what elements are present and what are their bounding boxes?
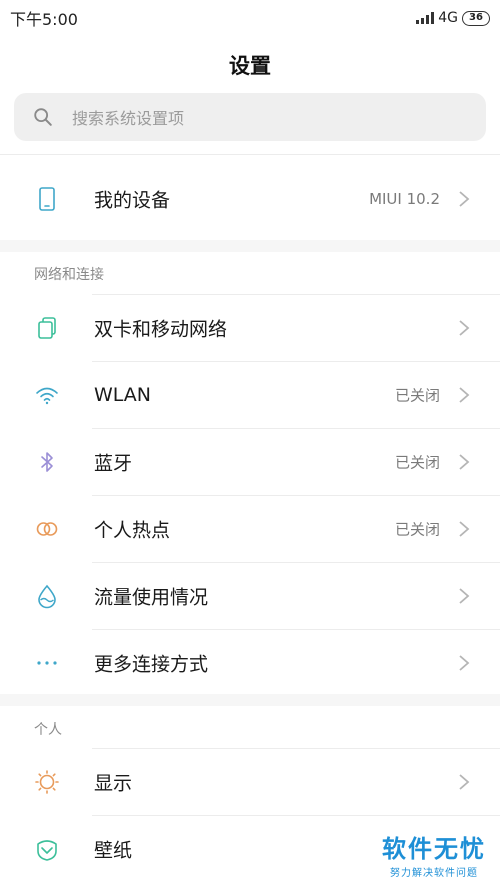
battery-icon: 36 — [462, 10, 490, 26]
search-placeholder: 搜索系统设置项 — [72, 109, 185, 128]
bluetooth-label: 蓝牙 — [94, 452, 133, 475]
network-type: 4G — [438, 10, 458, 26]
sidebar-item-display[interactable]: 显示 — [0, 749, 500, 815]
data-usage-label: 流量使用情况 — [94, 586, 209, 609]
section-gap — [0, 240, 500, 252]
wifi-icon — [34, 382, 60, 408]
dual-sim-label: 双卡和移动网络 — [94, 318, 228, 341]
chevron-right-icon — [459, 588, 470, 604]
search-input[interactable]: 搜索系统设置项 — [14, 93, 486, 141]
chevron-right-icon — [459, 454, 470, 470]
data-usage-icon — [34, 583, 60, 609]
my-device-row[interactable]: 我的设备 MIUI 10.2 — [0, 166, 500, 232]
hotspot-label: 个人热点 — [94, 519, 171, 542]
chevron-right-icon — [459, 387, 470, 403]
more-connections-label: 更多连接方式 — [94, 653, 209, 676]
sidebar-item-bluetooth[interactable]: 蓝牙 已关闭 — [0, 429, 500, 495]
divider — [0, 154, 500, 155]
status-time: 下午5:00 — [10, 10, 78, 29]
bluetooth-value: 已关闭 — [394, 453, 440, 472]
wlan-value: 已关闭 — [394, 386, 440, 405]
search-icon — [34, 108, 52, 126]
status-bar: 下午5:00 4G 36 — [0, 0, 500, 36]
watermark: 软件无忧 努力解决软件问题 — [382, 829, 486, 879]
watermark-sub: 努力解决软件问题 — [390, 868, 478, 879]
my-device-label: 我的设备 — [94, 189, 171, 212]
section-header-personal: 个人 — [34, 722, 62, 738]
wlan-label: WLAN — [94, 384, 152, 406]
chevron-right-icon — [459, 320, 470, 336]
chevron-right-icon — [459, 774, 470, 790]
signal-icon — [416, 12, 435, 24]
section-gap — [0, 694, 500, 706]
page-title: 设置 — [229, 54, 271, 78]
section-header-network: 网络和连接 — [34, 267, 104, 283]
hotspot-value: 已关闭 — [394, 520, 440, 539]
wallpaper-label: 壁纸 — [94, 839, 133, 862]
phone-icon — [34, 186, 60, 212]
bluetooth-icon — [34, 449, 60, 475]
my-device-value: MIUI 10.2 — [369, 190, 440, 208]
sidebar-item-dual-sim[interactable]: 双卡和移动网络 — [0, 295, 500, 361]
chevron-right-icon — [459, 191, 470, 207]
display-label: 显示 — [94, 772, 133, 795]
brightness-icon — [34, 769, 60, 795]
sidebar-item-more-connections[interactable]: 更多连接方式 — [0, 630, 500, 696]
status-icons: 4G 36 — [416, 10, 490, 26]
sim-card-icon — [34, 315, 60, 341]
chevron-right-icon — [459, 521, 470, 537]
sidebar-item-hotspot[interactable]: 个人热点 已关闭 — [0, 496, 500, 562]
wallpaper-icon — [34, 836, 60, 862]
hotspot-icon — [34, 516, 60, 542]
sidebar-item-wlan[interactable]: WLAN 已关闭 — [0, 362, 500, 428]
watermark-main: 软件无忧 — [382, 835, 486, 863]
chevron-right-icon — [459, 655, 470, 671]
sidebar-item-data-usage[interactable]: 流量使用情况 — [0, 563, 500, 629]
more-dots-icon — [34, 650, 60, 676]
